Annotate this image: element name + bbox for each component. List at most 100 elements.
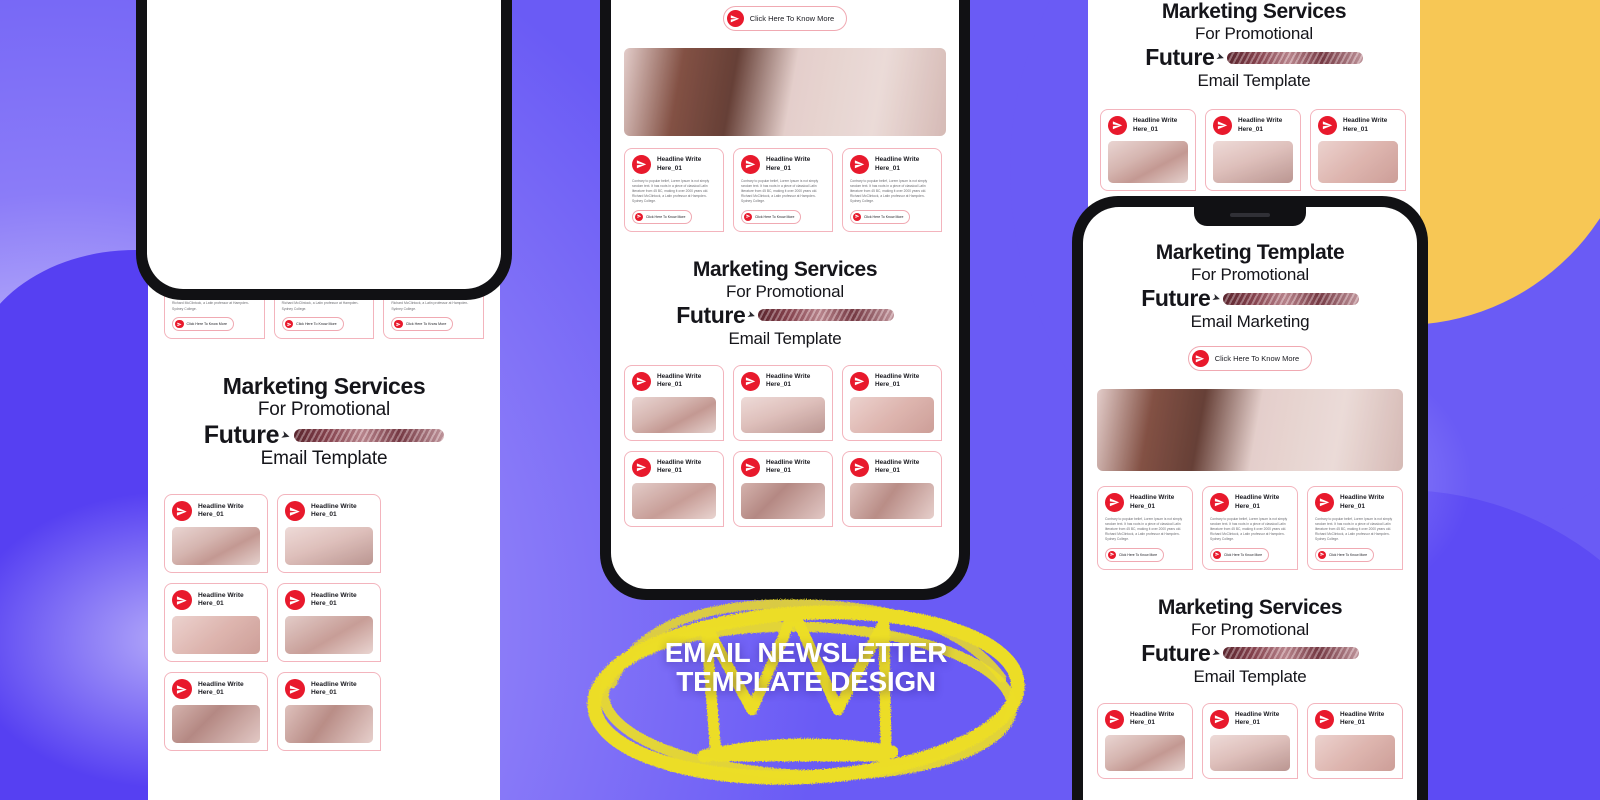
photo-card[interactable]: Headline Write Here_01 [277, 672, 381, 752]
paper-plane-icon [741, 457, 760, 477]
cta-label: Click Here To Know More [646, 214, 686, 219]
card-header: Headline Write Here_01 [1318, 116, 1398, 135]
know-more-button[interactable]: Click Here To Know More [172, 316, 234, 332]
photo-card[interactable]: Headline Write Here_01 [733, 450, 833, 527]
card-header: Headline Write Here_01 [285, 590, 373, 611]
card-title: Headline Write Here_01 [875, 458, 920, 475]
card-photo [632, 396, 716, 433]
know-more-button[interactable]: Click Here To Know More [281, 316, 344, 332]
phone-mockup-left [136, 0, 512, 300]
heading-line-3: Future [1141, 639, 1211, 666]
card-header: Headline Write Here_01 [1210, 493, 1290, 512]
heading-line-3-row: Future ➤ [611, 302, 959, 329]
know-more-button[interactable]: Click Here To Know More [632, 209, 693, 224]
text-card[interactable]: Headline Write Here_01 Contrary to popul… [1307, 486, 1403, 570]
know-more-button[interactable]: Click Here To Know More [741, 209, 802, 224]
heading-line-3-row: Future ➤ [1088, 44, 1420, 71]
cta-label: Click Here To Know More [755, 214, 795, 219]
paper-plane-icon [1191, 350, 1209, 367]
paper-plane-icon [1318, 116, 1337, 135]
know-more-button[interactable]: Click Here To Know More [1187, 346, 1313, 371]
paper-plane-icon [726, 10, 744, 27]
photo-card[interactable]: Headline Write Here_01 [1307, 702, 1403, 779]
promo-badge: EMAIL NEWSLETTER TEMPLATE DESIGN [556, 560, 1056, 800]
card-header: Headline Write Here_01 [1105, 709, 1185, 729]
card-photo [741, 396, 825, 433]
paper-plane-icon [1318, 550, 1326, 559]
paper-plane-icon [850, 371, 869, 391]
photo-card[interactable]: Headline Write Here_01 [164, 583, 268, 663]
photo-card[interactable]: Headline Write Here_01 [842, 364, 942, 441]
card-header: Headline Write Here_01 [1105, 493, 1185, 512]
heading-line-4: Email Template [260, 448, 388, 470]
paper-plane-icon [284, 319, 294, 329]
text-card[interactable]: Headline Write Here_01 Contrary to popul… [733, 148, 833, 232]
card-header: Headline Write Here_01 [172, 501, 260, 522]
card-body-text: Contrary to popular belief, Lorem Ipsum … [850, 179, 928, 204]
decorative-pill [294, 429, 445, 443]
card-photo [850, 396, 934, 433]
card-header: Headline Write Here_01 [172, 590, 260, 611]
card-photo [172, 705, 260, 744]
card-photo [285, 527, 373, 566]
paper-plane-icon [394, 319, 403, 329]
photo-card[interactable]: Headline Write Here_01 [1097, 702, 1193, 779]
card-header: Headline Write Here_01 [1108, 116, 1188, 135]
right-template-sheet: Marketing Services For Promotional Futur… [1088, 0, 1420, 222]
text-card[interactable]: Headline Write Here_01 Contrary to popul… [1097, 486, 1193, 570]
card-header: Headline Write Here_01 [850, 457, 934, 477]
phone-speaker [1230, 213, 1270, 217]
card-title: Headline Write Here_01 [657, 458, 702, 475]
card-header: Headline Write Here_01 [172, 679, 260, 700]
paper-plane-icon [1210, 493, 1229, 512]
card-photo [1108, 141, 1188, 183]
cta-label: Click Here To Know More [864, 214, 904, 219]
badge-title: EMAIL NEWSLETTER TEMPLATE DESIGN [556, 638, 1056, 697]
heading-line-3-row: Future ➤ [148, 421, 500, 450]
card-title: Headline Write Here_01 [1130, 710, 1175, 727]
heading-line-3-row: Future ➤ [1083, 285, 1417, 312]
card-title: Headline Write Here_01 [1133, 117, 1178, 133]
know-more-button[interactable]: Click Here To Know More [1315, 547, 1375, 562]
photo-card[interactable]: Headline Write Here_01 [164, 494, 268, 574]
cta-label: Click Here To Know More [296, 322, 337, 327]
photo-card[interactable]: Headline Write Here_01 [624, 450, 724, 527]
heading-line-2: For Promotional [1191, 619, 1309, 639]
paper-plane-icon [741, 371, 760, 391]
know-more-button[interactable]: Click Here To Know More [391, 316, 454, 332]
photo-card[interactable]: Headline Write Here_01 [1100, 109, 1196, 191]
text-card[interactable]: Headline Write Here_01 Contrary to popul… [624, 148, 724, 232]
paper-plane-icon [741, 155, 760, 174]
photo-card[interactable]: Headline Write Here_01 [733, 364, 833, 441]
hero-image [624, 48, 946, 136]
paper-plane-icon [1210, 709, 1229, 729]
heading-line-1: Marketing Services [222, 373, 426, 400]
photo-card[interactable]: Headline Write Here_01 [164, 672, 268, 752]
card-header: Headline Write Here_01 [741, 155, 825, 174]
heading-line-4: Email Template [1197, 71, 1311, 90]
cta-label: Click Here To Know More [1224, 552, 1263, 557]
know-more-button[interactable]: Click Here To Know More [850, 209, 911, 224]
know-more-button[interactable]: Click Here To Know More [1105, 547, 1165, 562]
card-header: Headline Write Here_01 [850, 155, 934, 174]
photo-card[interactable]: Headline Write Here_01 [842, 450, 942, 527]
photo-card[interactable]: Headline Write Here_01 [277, 583, 381, 663]
photo-card[interactable]: Headline Write Here_01 [1202, 702, 1298, 779]
photo-card[interactable]: Headline Write Here_01 [1310, 109, 1406, 191]
paper-plane-icon [1213, 116, 1232, 135]
text-card[interactable]: Headline Write Here_01 Contrary to popul… [842, 148, 942, 232]
paper-plane-icon [1315, 493, 1334, 512]
text-card[interactable]: Headline Write Here_01 Contrary to popul… [1202, 486, 1298, 570]
photo-card[interactable]: Headline Write Here_01 [1205, 109, 1301, 191]
card-photo [172, 616, 260, 655]
know-more-button[interactable]: Click Here To Know More [722, 6, 848, 31]
photo-card[interactable]: Headline Write Here_01 [624, 364, 724, 441]
photo-card[interactable]: Headline Write Here_01 [277, 494, 381, 574]
paper-plane-icon [1108, 116, 1127, 135]
paper-plane-icon [172, 679, 192, 700]
badge-line-1: EMAIL NEWSLETTER [664, 637, 948, 668]
paper-plane-icon [632, 155, 651, 174]
know-more-button[interactable]: Click Here To Know More [1210, 547, 1270, 562]
heading-line-2: For Promotional [257, 399, 391, 421]
card-photo [1318, 141, 1398, 183]
